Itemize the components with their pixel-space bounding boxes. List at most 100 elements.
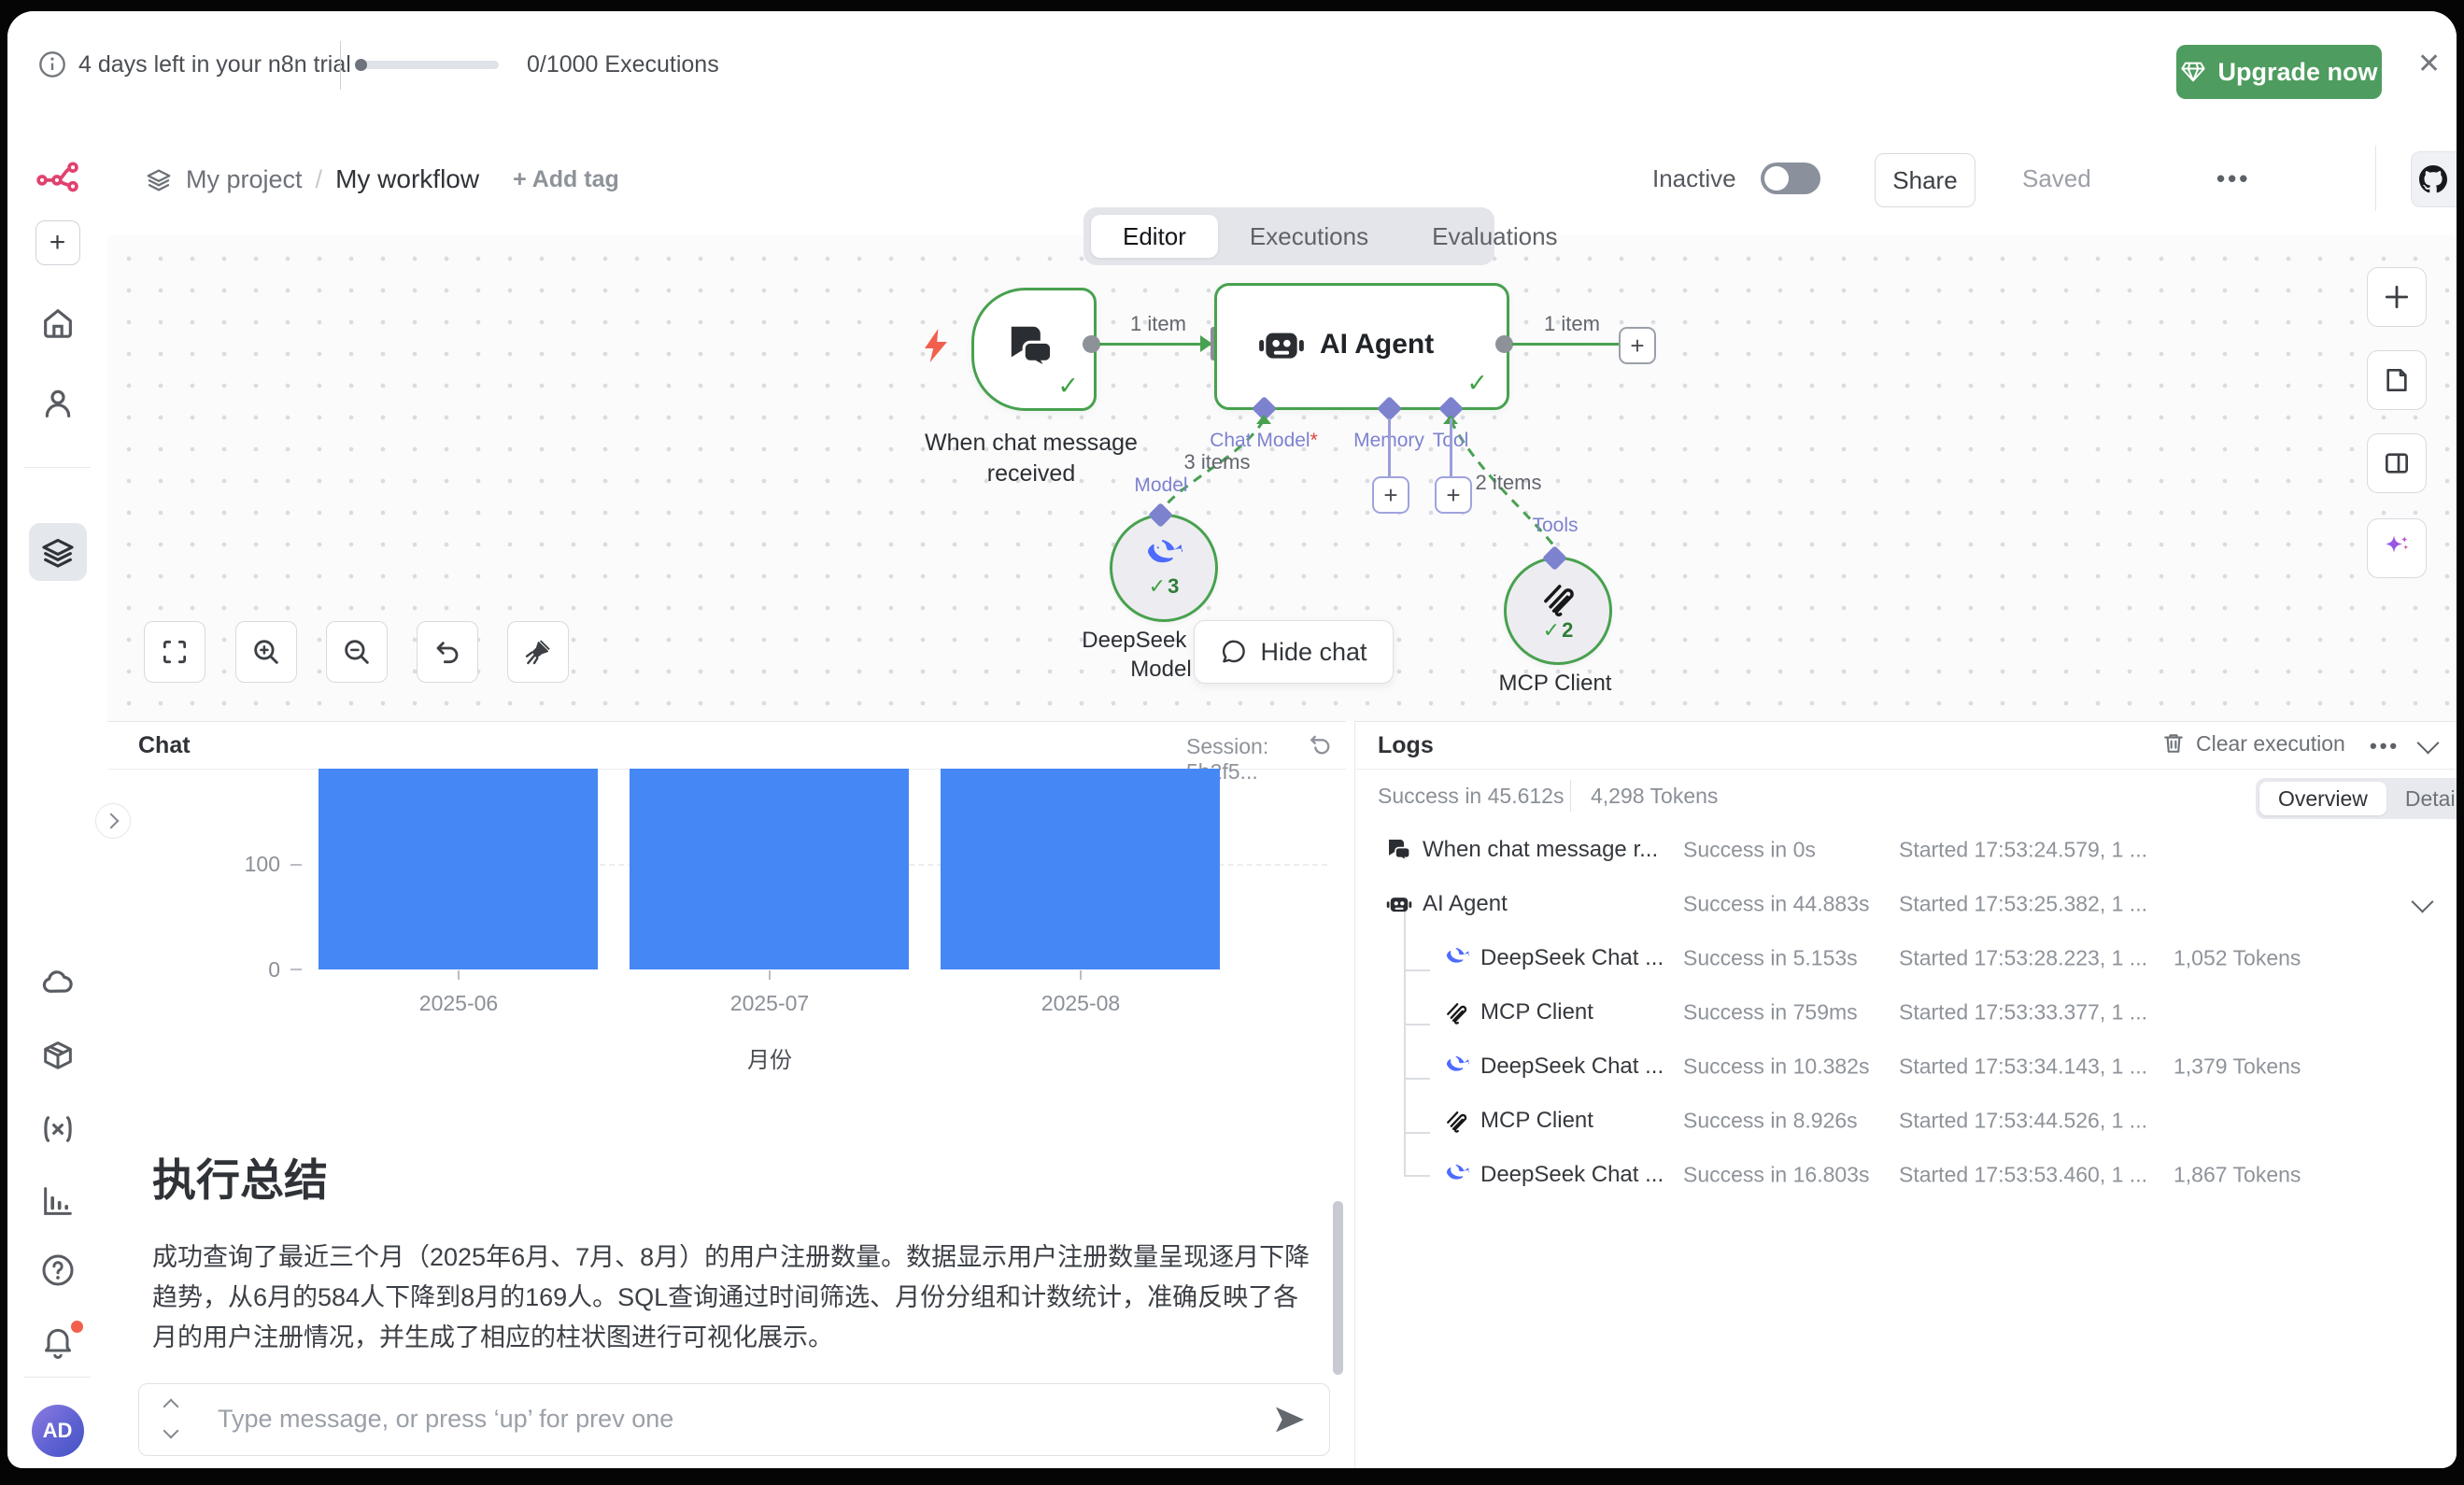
user-avatar[interactable]: AD [7, 1405, 107, 1457]
zoom-in-button[interactable] [235, 621, 297, 683]
hide-chat-button[interactable]: Hide chat [1194, 620, 1394, 684]
sidebar-item-help[interactable] [7, 1252, 107, 1289]
logs-panel: Logs Clear execution Success in 45.612s … [1354, 721, 2457, 1468]
share-label: Share [1892, 166, 1957, 195]
split-panel-button[interactable] [2367, 433, 2427, 493]
next-message-icon[interactable] [163, 1423, 179, 1439]
sticky-note-button[interactable] [2367, 350, 2427, 410]
package-icon [39, 1037, 77, 1074]
chat-bubbles-icon [1385, 838, 1413, 863]
node-mcp-client[interactable]: 2 [1504, 557, 1612, 665]
log-row[interactable]: DeepSeek Chat ... Success in 16.803s Sta… [1355, 1148, 2457, 1202]
trigger-output-port[interactable] [1083, 335, 1100, 353]
sidebar-item-home[interactable] [7, 304, 107, 342]
sidebar-expand-button[interactable] [95, 803, 131, 839]
variables-icon [38, 1110, 78, 1149]
share-button[interactable]: Share [1875, 153, 1975, 207]
tab-editor[interactable]: Editor [1091, 215, 1218, 258]
execution-status-summary: Success in 45.612s [1378, 784, 1564, 809]
inactive-label: Inactive [1652, 164, 1736, 193]
star-label: Star [2456, 166, 2457, 193]
sidebar-item-personal[interactable] [7, 385, 107, 422]
chart-bar-2025-07 [630, 769, 909, 969]
breadcrumb-project[interactable]: My project [186, 165, 303, 194]
add-node-button[interactable] [2367, 267, 2427, 327]
sidebar-item-cloud[interactable] [7, 965, 107, 1002]
expand-row-icon[interactable] [2411, 890, 2433, 912]
logs-view-details[interactable]: Details [2386, 782, 2457, 815]
activate-toggle[interactable] [1761, 163, 1820, 194]
hide-chat-label: Hide chat [1260, 638, 1367, 667]
breadcrumb-workflow-name[interactable]: My workflow [335, 164, 479, 194]
sidebar-item-variables[interactable] [7, 1110, 107, 1149]
sidebar-item-insights[interactable] [7, 1182, 107, 1220]
github-star-button[interactable]: Star [2411, 151, 2457, 207]
collapse-logs-icon[interactable] [2416, 731, 2439, 754]
ai-assistant-button[interactable] [2367, 518, 2427, 578]
sidebar-item-notifications[interactable] [7, 1322, 107, 1360]
log-row[interactable]: DeepSeek Chat ... Success in 10.382s Sta… [1355, 1040, 2457, 1094]
log-row[interactable]: AI Agent Success in 44.883s Started 17:5… [1355, 877, 2457, 931]
y-tickmark [290, 864, 302, 866]
connection-items-label: 1 item [1121, 312, 1196, 336]
n8n-window: 4 days left in your n8n trial 0/1000 Exe… [7, 11, 2457, 1468]
prev-message-icon[interactable] [163, 1399, 179, 1415]
memory-connector [1388, 418, 1391, 478]
logs-view-switch: Overview Details [2256, 778, 2457, 819]
gem-icon [2180, 59, 2206, 85]
chevron-right-icon [104, 813, 120, 829]
sidebar-item-workflows-active[interactable] [7, 523, 107, 581]
clear-execution-button[interactable]: Clear execution [2160, 730, 2345, 757]
mcp-run-count: 2 [1543, 618, 1574, 643]
log-row[interactable]: DeepSeek Chat ... Success in 5.153s Star… [1355, 931, 2457, 985]
log-row[interactable]: MCP Client Success in 759ms Started 17:5… [1355, 985, 2457, 1040]
y-tickmark [290, 969, 302, 970]
log-row[interactable]: When chat message r... Success in 0s Sta… [1355, 823, 2457, 877]
tab-executions[interactable]: Executions [1218, 215, 1400, 258]
banner-close-icon[interactable] [2417, 50, 2441, 78]
tidy-up-button[interactable] [507, 621, 569, 683]
execution-summary-text: 成功查询了最近三个月（2025年6月、7月、8月）的用户注册数量。数据显示用户注… [152, 1238, 1322, 1359]
add-workflow-button[interactable] [7, 220, 107, 265]
mcp-node-label[interactable]: MCP Client [1499, 669, 1612, 698]
session-reset-icon[interactable] [1307, 731, 1333, 757]
tab-evaluations[interactable]: Evaluations [1400, 215, 1589, 258]
zoom-out-button[interactable] [326, 621, 388, 683]
agent-out-items-label: 1 item [1535, 312, 1609, 336]
n8n-logo-icon[interactable] [7, 157, 107, 196]
x-tickmark [1080, 970, 1082, 980]
log-row[interactable]: MCP Client Success in 8.926s Started 17:… [1355, 1094, 2457, 1148]
node-chat-trigger[interactable] [971, 288, 1097, 411]
total-tokens-label: 4,298 Tokens [1591, 784, 1718, 809]
model-items-label: 3 items [1175, 450, 1259, 474]
required-indicator: * [1310, 430, 1318, 451]
node-deepseek-chat-model[interactable]: 3 [1110, 514, 1218, 622]
success-check-icon [1543, 618, 1560, 643]
upgrade-now-button[interactable]: Upgrade now [2176, 45, 2382, 99]
mcp-icon [1443, 999, 1469, 1025]
upgrade-now-label: Upgrade now [2217, 58, 2377, 87]
undo-button[interactable] [417, 621, 478, 683]
trigger-node-label[interactable]: When chat message received [925, 428, 1138, 488]
connection-trigger-agent [1099, 343, 1211, 346]
add-memory-button[interactable] [1372, 476, 1409, 514]
zoom-to-fit-button[interactable] [144, 621, 205, 683]
send-icon[interactable] [1271, 1401, 1309, 1438]
deepseek-icon [1443, 1164, 1471, 1187]
workflow-canvas[interactable]: 1 item When chat message received AI Age… [107, 235, 2457, 721]
chat-scrollbar[interactable] [1333, 1201, 1343, 1375]
agent-output-port[interactable] [1495, 335, 1513, 353]
header-divider [2375, 146, 2376, 211]
add-tag-button[interactable]: + Add tag [513, 166, 619, 193]
x-tick-aug: 2025-08 [1041, 991, 1120, 1016]
workflow-menu-icon[interactable] [2216, 164, 2250, 193]
add-next-node-button[interactable] [1619, 327, 1656, 364]
sidebar-item-templates[interactable] [7, 1037, 107, 1074]
executions-count-label: 0/1000 Executions [527, 51, 719, 78]
person-icon [39, 385, 77, 422]
logs-view-overview[interactable]: Overview [2259, 782, 2386, 815]
chat-message-input[interactable] [216, 1384, 1266, 1453]
logs-menu-icon[interactable] [2370, 734, 2400, 758]
success-check-icon [1466, 369, 1488, 398]
node-ai-agent[interactable]: AI Agent [1214, 283, 1509, 410]
